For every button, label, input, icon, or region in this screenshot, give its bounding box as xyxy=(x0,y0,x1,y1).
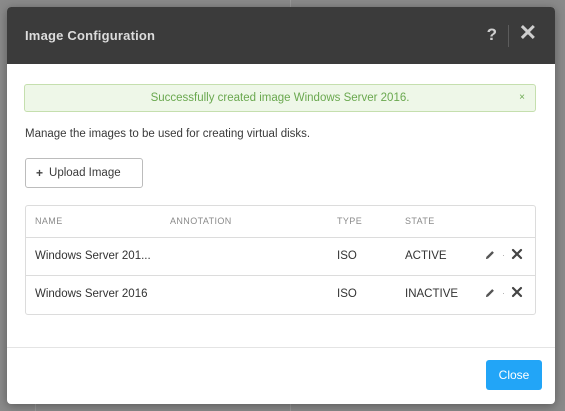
alert-close-icon[interactable]: × xyxy=(519,85,525,111)
header-type[interactable]: TYPE xyxy=(337,216,362,226)
image-name: Windows Server 201... xyxy=(35,250,151,262)
table-header: NAME ANNOTATION TYPE STATE xyxy=(26,206,535,238)
header-state[interactable]: STATE xyxy=(405,216,435,226)
action-separator: · xyxy=(502,288,505,298)
image-state: ACTIVE xyxy=(405,250,447,262)
background-divider xyxy=(290,404,291,411)
table-row[interactable]: Windows Server 2016 ISO INACTIVE · xyxy=(26,276,535,313)
background-divider xyxy=(35,404,36,411)
images-table: NAME ANNOTATION TYPE STATE Windows Serve… xyxy=(25,205,536,315)
help-button[interactable]: ? xyxy=(487,25,497,45)
image-state: INACTIVE xyxy=(405,288,459,300)
header-divider xyxy=(508,25,509,47)
delete-icon[interactable] xyxy=(511,286,523,298)
delete-icon[interactable] xyxy=(511,248,523,260)
alert-message: Successfully created image Windows Serve… xyxy=(150,92,410,104)
close-icon[interactable]: ✕ xyxy=(519,22,537,44)
header-name[interactable]: NAME xyxy=(35,216,63,226)
image-type: ISO xyxy=(337,288,357,300)
footer-divider xyxy=(7,347,555,348)
header-annotation[interactable]: ANNOTATION xyxy=(170,216,232,226)
pencil-icon[interactable] xyxy=(484,249,496,261)
background-divider xyxy=(290,0,291,7)
close-button[interactable]: Close xyxy=(486,360,542,390)
modal-header: Image Configuration ? ✕ xyxy=(7,7,555,64)
upload-image-button[interactable]: + Upload Image xyxy=(25,158,143,188)
modal-title: Image Configuration xyxy=(25,28,156,43)
image-configuration-modal: Image Configuration ? ✕ Successfully cre… xyxy=(7,7,555,404)
image-name: Windows Server 2016 xyxy=(35,288,148,300)
table-row[interactable]: Windows Server 201... ISO ACTIVE · xyxy=(26,238,535,276)
action-separator: · xyxy=(502,250,505,260)
description-text: Manage the images to be used for creatin… xyxy=(25,128,311,140)
success-alert: Successfully created image Windows Serve… xyxy=(24,84,536,112)
plus-icon: + xyxy=(36,166,44,180)
pencil-icon[interactable] xyxy=(484,287,496,299)
image-type: ISO xyxy=(337,250,357,262)
upload-image-label: Upload Image xyxy=(49,167,121,179)
